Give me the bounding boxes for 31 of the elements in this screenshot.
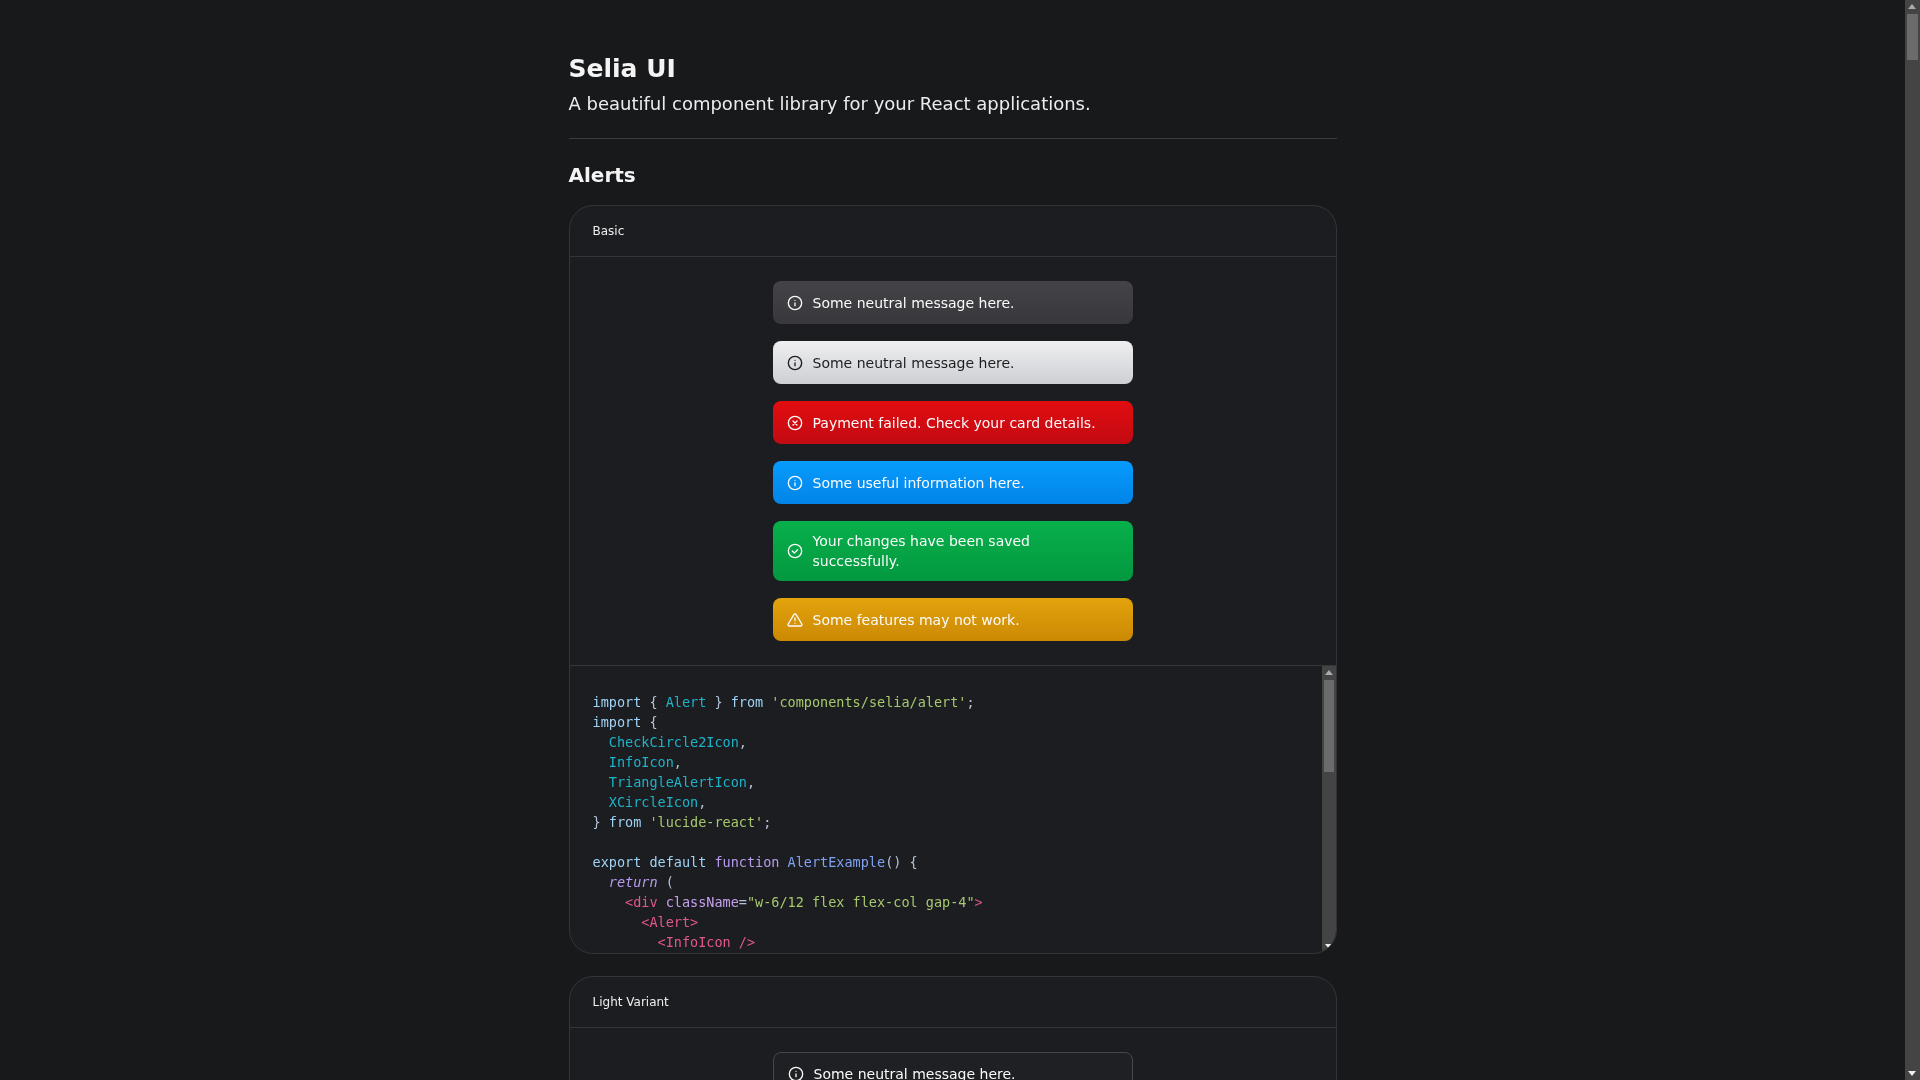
info-icon: [786, 294, 803, 311]
alert-message: Payment failed. Check your card details.: [812, 413, 1096, 433]
code-line: XCircleIcon,: [607, 793, 707, 812]
info-icon: [786, 354, 803, 371]
warning-icon: [786, 611, 803, 628]
alert-message: Some neutral message here.: [812, 293, 1015, 313]
page-title: Selia UI: [568, 54, 677, 83]
info-icon: [787, 1065, 804, 1080]
code-line: <div className="w-6/12 flex flex-col gap-4">: [624, 893, 983, 912]
alert-message: Some useful information here.: [812, 473, 1025, 493]
x-circle-icon: [786, 414, 803, 431]
example-title: Basic: [592, 224, 625, 238]
code-line: export default function AlertExample() {: [592, 853, 918, 872]
code-line: <InfoIcon />: [656, 933, 756, 952]
section-heading: Alerts: [568, 163, 637, 187]
page-subtitle: A beautiful component library for your React applications.: [568, 93, 1092, 114]
info-icon: [786, 474, 803, 491]
code-line: TriangleAlertIcon,: [607, 773, 756, 792]
alert-message: Your changes have been saved successfully.: [812, 532, 1031, 571]
code-line: <Alert>: [640, 913, 699, 932]
code-line: CheckCircle2Icon,: [607, 733, 747, 752]
code-line: import {: [592, 713, 658, 732]
code-line: return (: [607, 873, 674, 892]
alert-message: Some features may not work.: [812, 610, 1020, 630]
alert-message: Some neutral message here.: [812, 353, 1015, 373]
code-line: import { Alert } from 'components/selia/alert';: [592, 693, 975, 712]
example-title: Light Variant: [592, 995, 669, 1009]
code-line: } from 'lucide-react';: [592, 813, 772, 832]
code-line: InfoIcon,: [607, 753, 682, 772]
check-circle-icon: [786, 543, 803, 559]
scrollbar[interactable]: [1321, 666, 1336, 953]
